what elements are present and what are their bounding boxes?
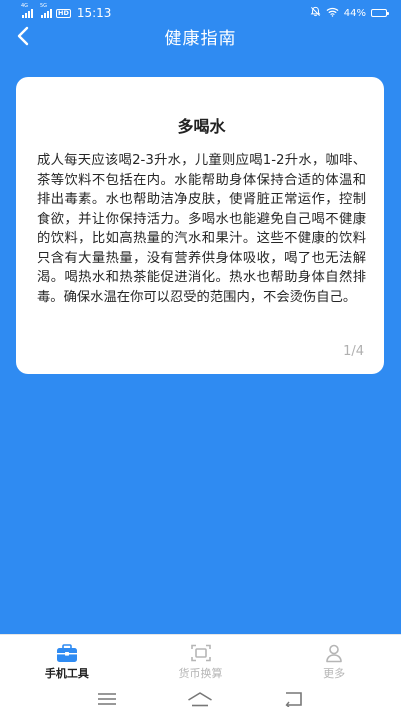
scan-icon <box>190 643 212 663</box>
menu-icon <box>97 693 116 705</box>
tab-currency-conversion-label: 货币换算 <box>178 667 223 680</box>
back-button[interactable] <box>8 22 38 50</box>
tab-currency-conversion[interactable]: 货币换算 <box>134 635 268 682</box>
battery-icon <box>371 9 389 17</box>
tab-more[interactable]: 更多 <box>267 635 401 682</box>
tab-phone-tools-label: 手机工具 <box>44 667 89 680</box>
cellular-signal-icon-2: 5G <box>40 3 52 18</box>
back-nav-button[interactable] <box>279 687 309 711</box>
nav-bar: 健康指南 <box>0 20 401 52</box>
home-button[interactable] <box>185 687 215 711</box>
status-right: 44% <box>310 6 389 20</box>
page-indicator: 1/4 <box>343 344 364 359</box>
tab-phone-tools[interactable]: 手机工具 <box>0 635 134 682</box>
toolbox-icon <box>56 643 78 663</box>
tip-title: 多喝水 <box>177 117 226 136</box>
status-time: 15:13 <box>76 6 112 20</box>
wifi-icon <box>326 7 339 20</box>
mute-icon <box>310 6 321 20</box>
home-icon <box>188 692 213 707</box>
menu-button[interactable] <box>92 687 122 711</box>
bottom-tab-bar: 手机工具 货币换算 更多 <box>0 634 401 682</box>
cellular-signal-icon: 4G <box>21 3 33 18</box>
page-title: 健康指南 <box>164 28 237 49</box>
system-nav-bar <box>0 682 401 716</box>
tip-body: 成人每天应该喝2-3升水，儿童则应喝1-2升水，咖啡、茶等饮料不包括在内。水能帮… <box>37 153 366 305</box>
tab-more-label: 更多 <box>323 667 346 680</box>
network-type-label-2: 5G <box>40 2 48 9</box>
person-icon <box>323 643 345 663</box>
hd-badge: HD <box>56 8 71 18</box>
battery-percent: 44% <box>343 7 366 19</box>
status-left: 4G 5G HD 15:13 <box>21 3 112 20</box>
chevron-left-icon <box>17 26 29 46</box>
network-type-label: 4G <box>21 2 29 9</box>
return-icon <box>285 692 302 707</box>
tip-card: 多喝水 成人每天应该喝2-3升水，儿童则应喝1-2升水，咖啡、茶等饮料不包括在内… <box>16 77 384 374</box>
